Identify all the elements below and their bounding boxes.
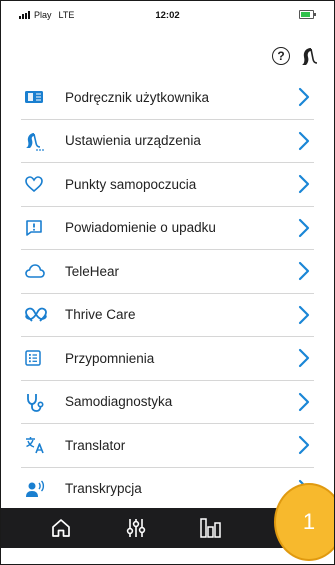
menu-item-thrive-care[interactable]: Thrive Care — [21, 294, 314, 337]
menu-item-telehear[interactable]: TeleHear — [21, 250, 314, 294]
menu-item-transcription[interactable]: Transkrypcja — [21, 468, 314, 511]
chevron-right-icon — [298, 349, 310, 368]
hearing-aid-settings-icon — [25, 131, 51, 151]
chevron-right-icon — [298, 88, 310, 107]
menu-item-fall-alert[interactable]: Powiadomienie o upadku — [21, 207, 314, 250]
chevron-right-icon — [298, 131, 310, 150]
menu-list: Podręcznik użytkownika Ustawienia urządz… — [21, 76, 314, 510]
translate-icon — [25, 435, 51, 455]
menu-item-label: Translator — [65, 437, 126, 453]
menu-item-label: Podręcznik użytkownika — [65, 89, 210, 105]
clock: 12:02 — [155, 10, 180, 21]
chevron-right-icon — [298, 436, 310, 455]
menu-item-self-diagnostics[interactable]: Samodiagnostyka — [21, 381, 314, 424]
step-number-badge: 1 — [274, 483, 334, 561]
menu-item-label: Transkrypcja — [65, 481, 142, 497]
bar-chart-icon[interactable] — [198, 516, 222, 540]
menu-item-label: Samodiagnostyka — [65, 394, 173, 410]
stethoscope-icon — [25, 392, 51, 412]
heart-icon — [25, 174, 51, 194]
linked-hearts-icon — [25, 305, 51, 325]
list-icon — [25, 348, 51, 368]
menu-item-label: Przypomnienia — [65, 350, 155, 366]
phone-screen: Play LTE 12:02 ? Podręcznik użytkownika … — [0, 0, 335, 565]
home-icon[interactable] — [49, 516, 73, 540]
chevron-right-icon — [298, 392, 310, 411]
hearing-aid-icon[interactable] — [300, 45, 318, 67]
menu-item-label: Thrive Care — [65, 307, 136, 323]
menu-item-label: Ustawienia urządzenia — [65, 133, 201, 149]
status-bar: Play LTE 12:02 — [1, 1, 334, 29]
alert-message-icon — [25, 218, 51, 238]
chevron-right-icon — [298, 305, 310, 324]
sliders-icon[interactable] — [124, 516, 148, 540]
battery-icon — [299, 10, 316, 19]
menu-item-user-manual[interactable]: Podręcznik użytkownika — [21, 76, 314, 120]
step-number: 1 — [302, 509, 316, 534]
cloud-icon — [25, 261, 51, 281]
help-icon[interactable]: ? — [272, 47, 290, 65]
menu-item-translator[interactable]: Translator — [21, 424, 314, 468]
chevron-right-icon — [298, 218, 310, 237]
chevron-right-icon — [298, 175, 310, 194]
menu-item-device-settings[interactable]: Ustawienia urządzenia — [21, 120, 314, 163]
menu-item-wellness-points[interactable]: Punkty samopoczucia — [21, 163, 314, 207]
menu-item-label: TeleHear — [65, 263, 120, 279]
menu-item-reminders[interactable]: Przypomnienia — [21, 337, 314, 381]
menu-item-label: Powiadomienie o upadku — [65, 220, 216, 236]
book-icon — [25, 87, 51, 107]
speaker-person-icon — [25, 479, 51, 499]
chevron-right-icon — [298, 262, 310, 281]
header-actions: ? — [272, 45, 318, 67]
menu-item-label: Punkty samopoczucia — [65, 176, 197, 192]
